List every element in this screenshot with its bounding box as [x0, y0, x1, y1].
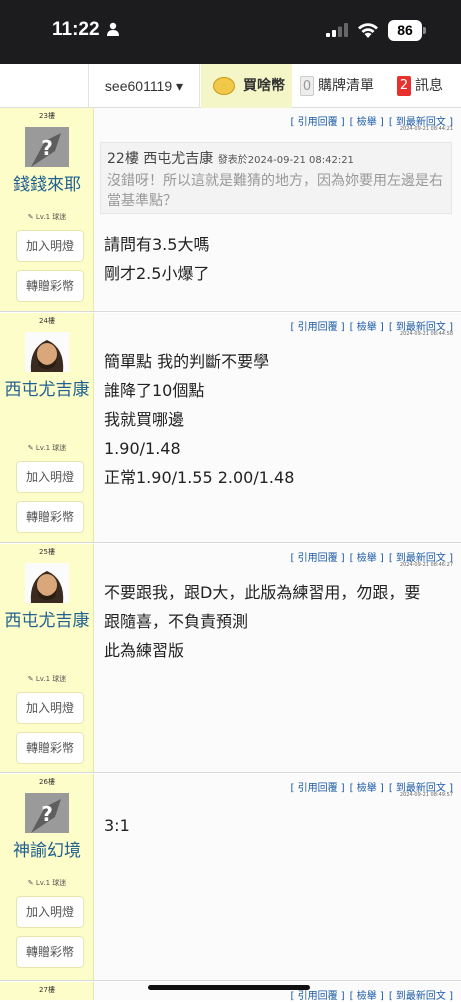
follow-button[interactable]: 加入明燈	[16, 896, 84, 928]
status-bar: 11:22 86	[0, 0, 461, 64]
quote-reply-link[interactable]: [ 引用回覆 ]	[290, 117, 344, 128]
person-icon	[107, 22, 119, 36]
post-25: 25樓 西屯尤吉康 ✎ Lv.1 球迷 加入明燈 轉贈彩幣 [ 引用回覆 ] [ …	[0, 544, 461, 773]
quote-body: 沒錯呀！所以這就是難猜的地方，因為妳要用左邊是右當基準點？	[107, 173, 443, 209]
post-body: 簡單點 我的判斷不要學 誰降了10個點 我就買哪邊 1.90/1.48 正常1.…	[104, 347, 294, 492]
post-timestamp: 2024-09-21 08:49:57	[399, 792, 453, 798]
gift-coin-button[interactable]: 轉贈彩幣	[16, 732, 84, 764]
post-timestamp: 2024-09-21 08:44:58	[399, 331, 453, 337]
user-sidebar: 25樓 西屯尤吉康 ✎ Lv.1 球迷 加入明燈 轉贈彩幣	[0, 544, 94, 772]
post-line: 跟隨喜，不負責預測	[104, 612, 249, 631]
floor-number: 25樓	[39, 548, 55, 556]
quote-reply-link[interactable]: [ 引用回覆 ]	[290, 553, 344, 564]
post-body: 3:1	[104, 811, 130, 840]
svg-text:?: ?	[41, 802, 53, 826]
cart-label: 購牌清單	[318, 78, 374, 94]
quote-time: 發表於2024-09-21 08:42:21	[217, 155, 354, 166]
cart-count-badge: 0	[300, 76, 314, 96]
status-time: 11:22	[52, 19, 100, 40]
messages-label: 訊息	[415, 78, 443, 94]
gift-coin-button[interactable]: 轉贈彩幣	[16, 501, 84, 533]
floor-number: 23樓	[39, 112, 55, 120]
battery-indicator: 86	[388, 20, 422, 41]
post-timestamp: 2024-09-21 08:46:27	[399, 562, 453, 568]
post-24: 24樓 西屯尤吉康 ✎ Lv.1 球迷 加入明燈 轉贈彩幣 [ 引用回覆 ] [ …	[0, 313, 461, 543]
user-avatar-icon[interactable]	[25, 563, 69, 603]
user-avatar-icon[interactable]	[25, 332, 69, 372]
floor-number: 24樓	[39, 317, 55, 325]
buy-coin-button[interactable]: 買啥幣	[201, 64, 292, 108]
quote-header: 22樓 西屯尤吉康 發表於2024-09-21 08:42:21	[107, 149, 445, 171]
report-link[interactable]: [ 檢舉 ]	[350, 117, 384, 128]
user-level: ✎ Lv.1 球迷	[27, 879, 67, 887]
report-link[interactable]: [ 檢舉 ]	[350, 553, 384, 564]
quote-reply-link[interactable]: [ 引用回覆 ]	[290, 322, 344, 333]
user-dropdown[interactable]: see601119 ▾	[88, 64, 200, 108]
gift-coin-button[interactable]: 轉贈彩幣	[16, 936, 84, 968]
post-line: 不要跟我，跟D大，此版為練習用，勿跟，要	[104, 583, 421, 602]
post-line: 簡單點 我的判斷不要學	[104, 352, 270, 371]
buy-coin-label: 買啥幣	[243, 78, 285, 94]
quote-reply-link[interactable]: [ 引用回覆 ]	[290, 783, 344, 794]
post-line: 我就買哪邊	[104, 410, 185, 429]
follow-button[interactable]: 加入明燈	[16, 230, 84, 262]
user-level: ✎ Lv.1 球迷	[27, 213, 67, 221]
post-26: 26樓 ? 神諭幻境 ✎ Lv.1 球迷 加入明燈 轉贈彩幣 [ 引用回覆 ] […	[0, 774, 461, 981]
wifi-icon	[358, 23, 378, 38]
battery-tip	[423, 27, 426, 34]
default-avatar-icon[interactable]: ?	[25, 127, 69, 167]
gift-coin-button[interactable]: 轉贈彩幣	[16, 270, 84, 302]
user-level: ✎ Lv.1 球迷	[27, 444, 67, 452]
follow-button[interactable]: 加入明燈	[16, 692, 84, 724]
follow-button[interactable]: 加入明燈	[16, 461, 84, 493]
post-body: 請問有3.5大嗎 剛才2.5小爆了	[104, 230, 209, 288]
report-link[interactable]: [ 檢舉 ]	[350, 783, 384, 794]
user-level: ✎ Lv.1 球迷	[27, 675, 67, 683]
user-sidebar: 27樓	[0, 982, 94, 1000]
coin-icon	[213, 77, 235, 95]
default-avatar-icon[interactable]: ?	[25, 793, 69, 833]
user-sidebar: 24樓 西屯尤吉康 ✎ Lv.1 球迷 加入明燈 轉贈彩幣	[0, 313, 94, 542]
home-indicator[interactable]	[148, 985, 310, 990]
user-sidebar: 26樓 ? 神諭幻境 ✎ Lv.1 球迷 加入明燈 轉贈彩幣	[0, 774, 94, 980]
message-count-badge: 2	[397, 76, 411, 96]
report-link[interactable]: [ 檢舉 ]	[350, 991, 384, 1002]
floor-number: 26樓	[39, 778, 55, 786]
cart-button[interactable]: 0 購牌清單	[300, 64, 390, 108]
user-sidebar: 23樓 ? 錢錢來耶 ✎ Lv.1 球迷 加入明燈 轉贈彩幣	[0, 108, 94, 311]
username-link[interactable]: 西屯尤吉康	[0, 608, 94, 635]
messages-button[interactable]: 2 訊息	[397, 64, 461, 108]
svg-text:?: ?	[41, 136, 53, 160]
username-link[interactable]: 神諭幻境	[0, 838, 94, 865]
quote-reply-link[interactable]: [ 引用回覆 ]	[290, 991, 344, 1002]
post-body: 不要跟我，跟D大，此版為練習用，勿跟，要 跟隨喜，不負責預測 此為練習版	[104, 578, 420, 665]
floor-number: 27樓	[39, 986, 55, 994]
quote-author: 22樓 西屯尤吉康	[107, 151, 214, 167]
post-line: 1.90/1.48	[104, 439, 181, 458]
post-line: 誰降了10個點	[104, 381, 205, 400]
quoted-post: 22樓 西屯尤吉康 發表於2024-09-21 08:42:21 沒錯呀！所以這…	[100, 142, 452, 214]
username-link[interactable]: 錢錢來耶	[0, 172, 94, 199]
post-line: 3:1	[104, 816, 130, 835]
post-line: 正常1.90/1.55 2.00/1.48	[104, 468, 295, 487]
post-23: 23樓 ? 錢錢來耶 ✎ Lv.1 球迷 加入明燈 轉贈彩幣 [ 引用回覆 ] […	[0, 108, 461, 312]
top-navbar: see601119 ▾ 買啥幣 0 購牌清單 2 訊息	[0, 64, 461, 108]
post-line: 剛才2.5小爆了	[104, 264, 210, 283]
post-timestamp: 2024-09-21 08:44:21	[399, 126, 453, 132]
report-link[interactable]: [ 檢舉 ]	[350, 322, 384, 333]
cellular-signal-icon	[326, 23, 348, 37]
post-line: 此為練習版	[104, 641, 185, 660]
post-line: 請問有3.5大嗎	[104, 235, 210, 254]
latest-reply-link[interactable]: [ 到最新回文 ]	[389, 991, 453, 1002]
username-link[interactable]: 西屯尤吉康	[0, 377, 94, 404]
